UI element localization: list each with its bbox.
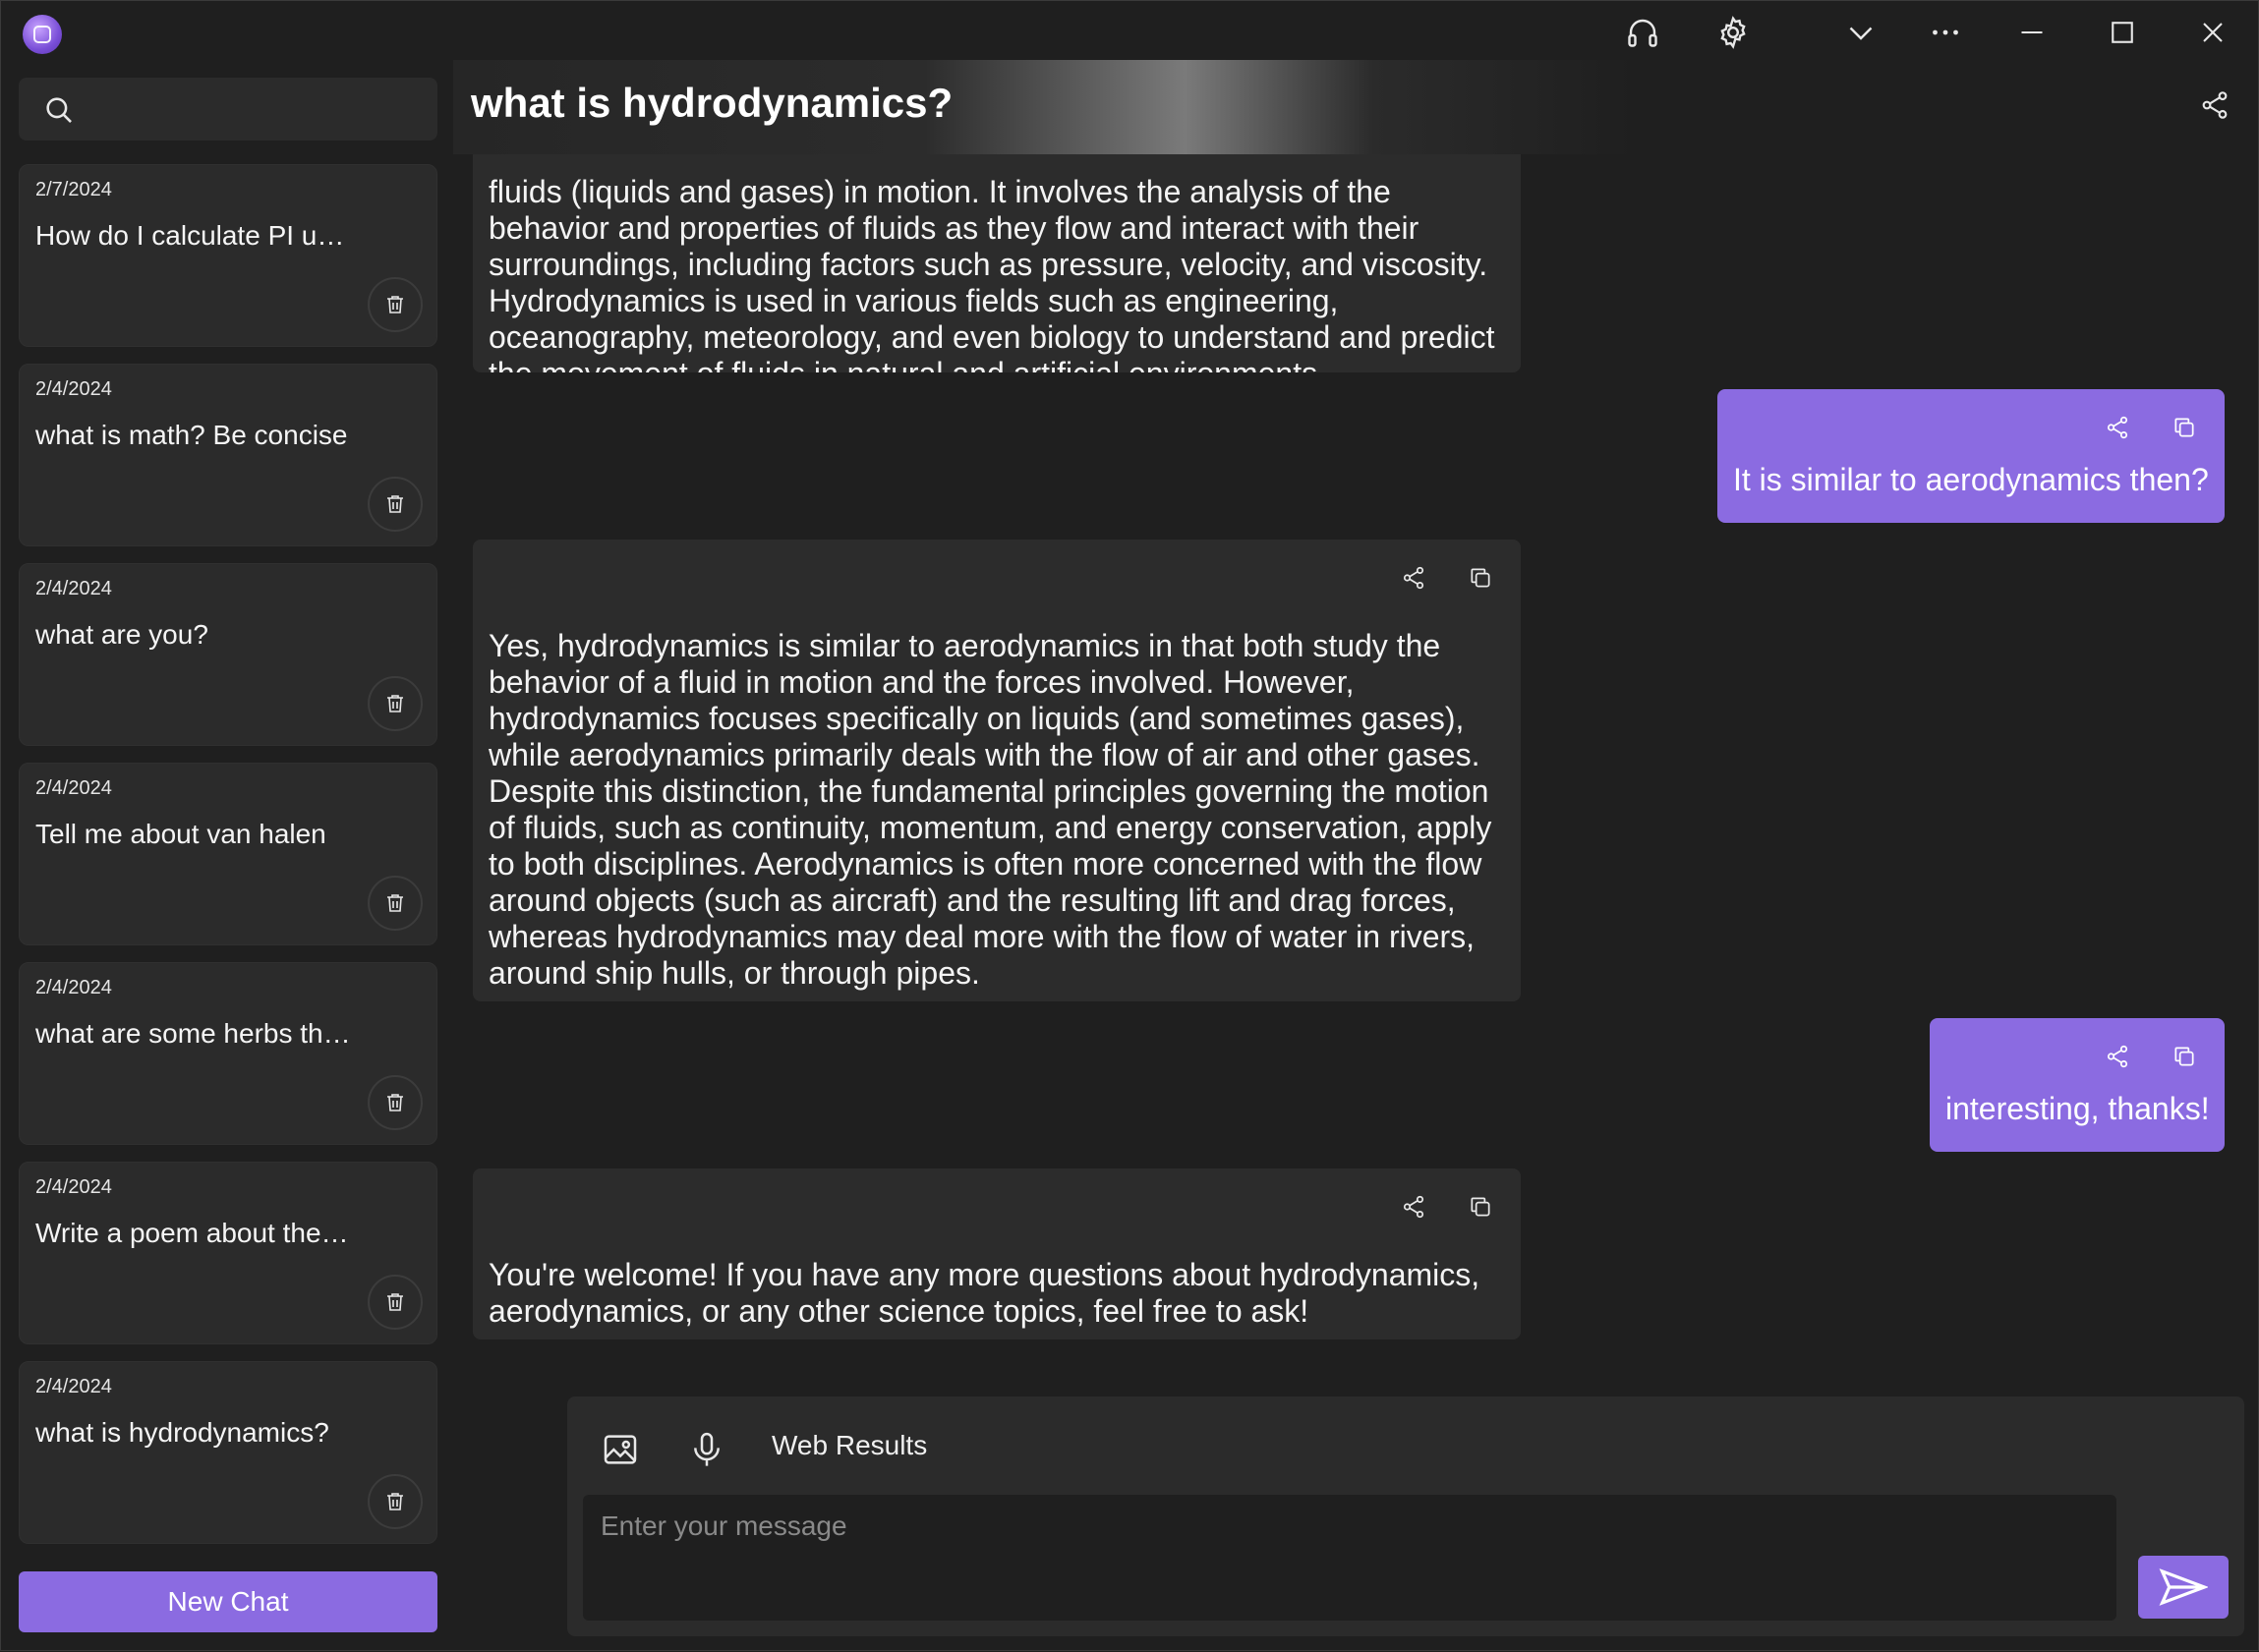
copy-icon[interactable] xyxy=(2170,413,2199,442)
search-box[interactable] xyxy=(19,78,437,141)
message-actions xyxy=(1399,1192,1495,1222)
trash-icon xyxy=(387,495,403,513)
trash-icon xyxy=(387,894,403,912)
app-logo xyxy=(23,15,62,54)
web-results-toggle[interactable]: Web Results xyxy=(772,1430,927,1461)
chat-date: 2/4/2024 xyxy=(35,378,112,400)
delete-chat-button[interactable] xyxy=(368,277,423,332)
title-bar xyxy=(1,1,2258,64)
message-text: Yes, hydrodynamics is similar to aerodyn… xyxy=(489,628,1492,991)
share-icon[interactable] xyxy=(2103,413,2132,442)
trash-icon xyxy=(387,1493,403,1510)
chat-title: what are some herbs th… xyxy=(35,1018,351,1049)
message-composer: Web Results xyxy=(567,1396,2244,1636)
new-chat-button[interactable]: New Chat xyxy=(19,1571,437,1632)
chat-date: 2/4/2024 xyxy=(35,1376,112,1397)
maximize-icon[interactable] xyxy=(2101,13,2144,52)
chat-history-item[interactable]: 2/4/2024 what is math? Be concise xyxy=(19,364,437,546)
message-text: fluids (liquids and gases) in motion. It… xyxy=(489,174,1495,372)
message-actions xyxy=(2103,413,2199,442)
chat-date: 2/4/2024 xyxy=(35,977,112,998)
delete-chat-button[interactable] xyxy=(368,1474,423,1529)
chat-history-item[interactable]: 2/4/2024 Write a poem about the… xyxy=(19,1162,437,1344)
trash-icon xyxy=(387,296,403,313)
assistant-message: Yes, hydrodynamics is similar to aerodyn… xyxy=(473,540,1521,1001)
chat-date: 2/4/2024 xyxy=(35,1176,112,1198)
assistant-message: You're welcome! If you have any more que… xyxy=(473,1168,1521,1339)
copy-icon[interactable] xyxy=(2170,1042,2199,1071)
close-icon[interactable] xyxy=(2191,13,2234,52)
chat-title: Write a poem about the… xyxy=(35,1218,349,1248)
delete-chat-button[interactable] xyxy=(368,676,423,731)
delete-chat-button[interactable] xyxy=(368,1075,423,1130)
chat-history-item[interactable]: 2/4/2024 what are some herbs th… xyxy=(19,962,437,1145)
chat-date: 2/4/2024 xyxy=(35,777,112,799)
search-icon xyxy=(46,97,72,123)
chat-title: Tell me about van halen xyxy=(35,819,326,849)
headphones-icon[interactable] xyxy=(1621,13,1664,52)
user-message: It is similar to aerodynamics then? xyxy=(1717,389,2225,523)
send-icon xyxy=(2159,1568,2208,1606)
chat-title: How do I calculate PI u… xyxy=(35,220,345,251)
trash-icon xyxy=(387,1293,403,1311)
chat-title: what is hydrodynamics? xyxy=(35,1417,329,1448)
chat-header: what is hydrodynamics? xyxy=(453,60,1633,154)
share-icon[interactable] xyxy=(2103,1042,2132,1071)
microphone-icon[interactable] xyxy=(683,1426,730,1473)
message-text: You're welcome! If you have any more que… xyxy=(489,1257,1480,1329)
share-icon xyxy=(2202,91,2228,119)
copy-icon[interactable] xyxy=(1466,1192,1495,1222)
send-button[interactable] xyxy=(2138,1556,2229,1619)
trash-icon xyxy=(387,695,403,712)
message-input[interactable] xyxy=(583,1495,2116,1621)
chat-history-item[interactable]: 2/7/2024 How do I calculate PI u… xyxy=(19,164,437,347)
chat-date: 2/7/2024 xyxy=(35,179,112,200)
copy-icon[interactable] xyxy=(1466,563,1495,593)
app-window: 2/7/2024 How do I calculate PI u… 2/4/20… xyxy=(0,0,2259,1651)
message-actions xyxy=(1399,563,1495,593)
image-icon[interactable] xyxy=(597,1426,644,1473)
assistant-message: fluids (liquids and gases) in motion. It… xyxy=(473,139,1521,372)
gear-icon[interactable] xyxy=(1711,13,1755,52)
message-list[interactable]: fluids (liquids and gases) in motion. It… xyxy=(453,60,2259,1396)
delete-chat-button[interactable] xyxy=(368,1275,423,1330)
chat-title: what are you? xyxy=(35,619,208,650)
sidebar: 2/7/2024 How do I calculate PI u… 2/4/20… xyxy=(1,64,453,1652)
share-chat-button[interactable] xyxy=(2199,89,2230,121)
page-title: what is hydrodynamics? xyxy=(471,80,954,126)
minimize-icon[interactable] xyxy=(2010,13,2054,52)
more-icon[interactable] xyxy=(1924,13,1967,52)
message-actions xyxy=(2103,1042,2199,1071)
chat-history-item[interactable]: 2/4/2024 what are you? xyxy=(19,563,437,746)
chat-history-item[interactable]: 2/4/2024 Tell me about van halen xyxy=(19,763,437,945)
message-text: It is similar to aerodynamics then? xyxy=(1733,462,2209,497)
delete-chat-button[interactable] xyxy=(368,477,423,532)
message-text: interesting, thanks! xyxy=(1945,1091,2210,1126)
chevron-down-icon[interactable] xyxy=(1839,13,1882,52)
delete-chat-button[interactable] xyxy=(368,876,423,931)
chat-date: 2/4/2024 xyxy=(35,578,112,599)
chat-title: what is math? Be concise xyxy=(35,420,348,450)
share-icon[interactable] xyxy=(1399,563,1428,593)
trash-icon xyxy=(387,1094,403,1111)
chat-history-item[interactable]: 2/4/2024 what is hydrodynamics? xyxy=(19,1361,437,1544)
user-message: interesting, thanks! xyxy=(1930,1018,2225,1152)
share-icon[interactable] xyxy=(1399,1192,1428,1222)
